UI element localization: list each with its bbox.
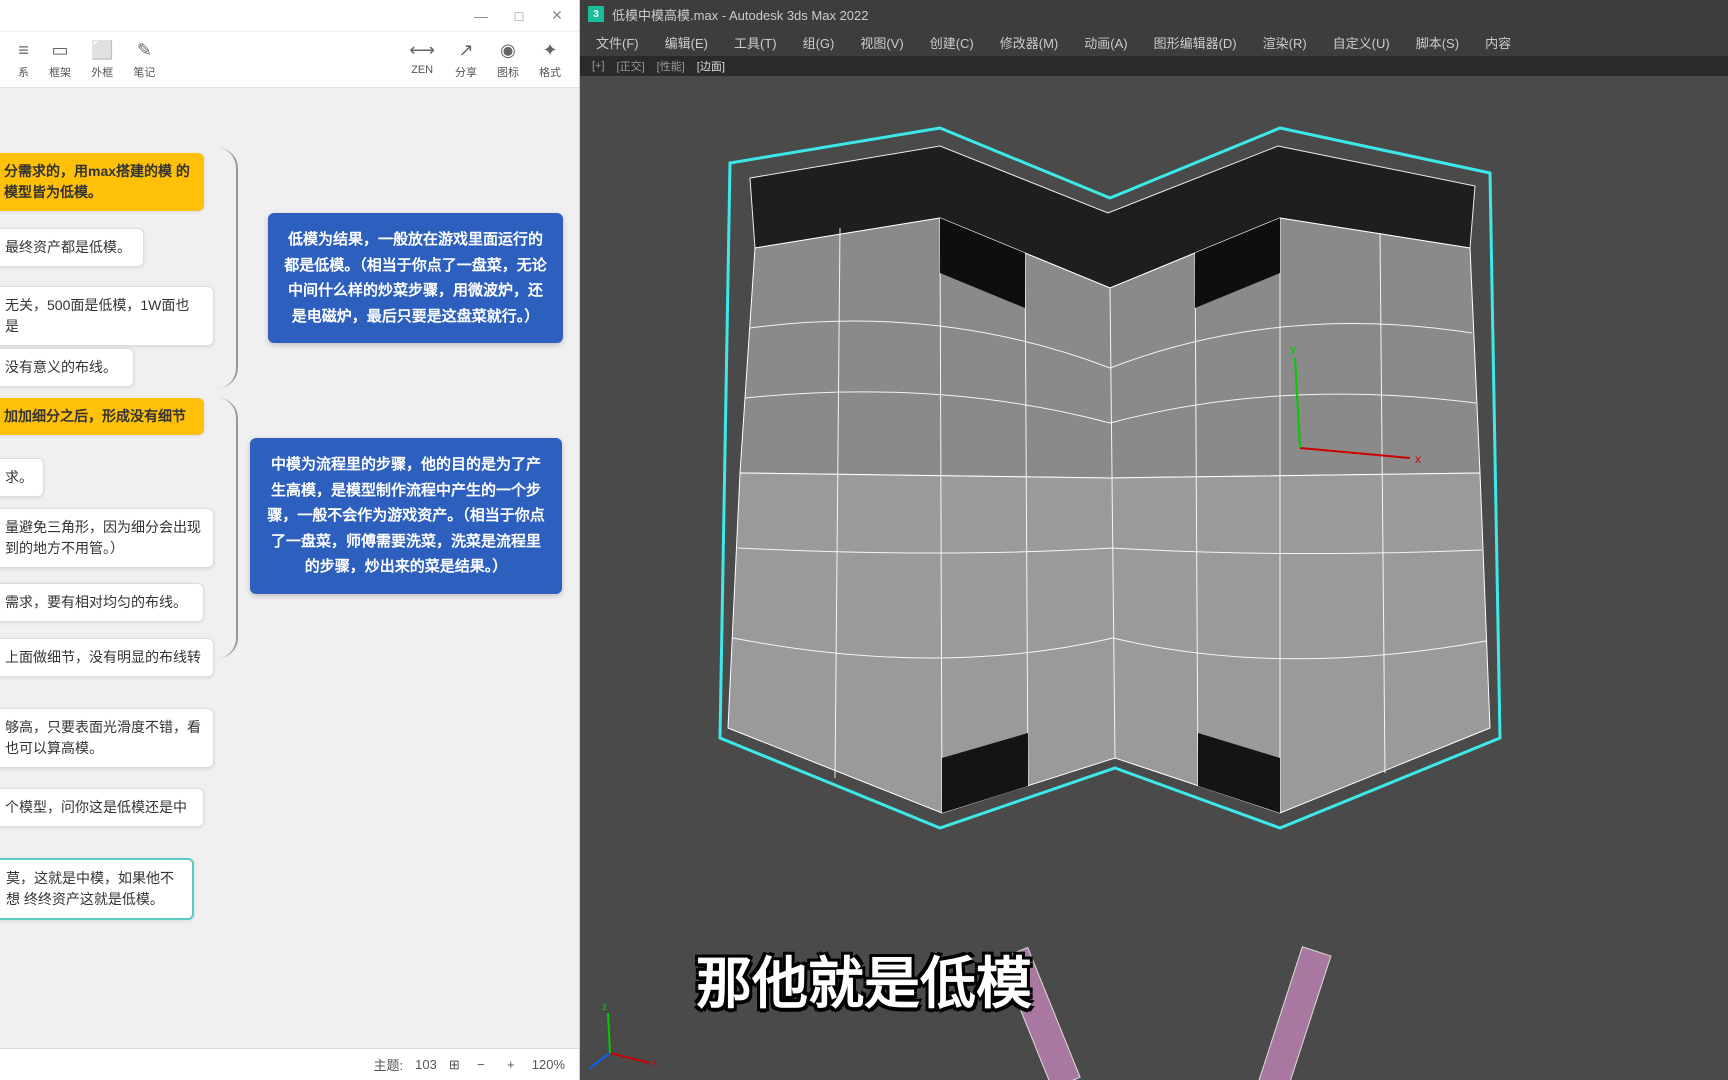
menu-item[interactable]: 动画(A): [1072, 30, 1139, 55]
viewport-svg: x y x z: [580, 76, 1728, 1080]
mindmap-node[interactable]: 没有意义的布线。: [0, 348, 134, 387]
toolbar-label: ZEN: [411, 64, 433, 76]
menu-item[interactable]: 脚本(S): [1404, 30, 1471, 55]
mindmap-node[interactable]: 无关，500面是低模，1W面也是: [0, 286, 214, 346]
toolbar-button[interactable]: ✦ 格式: [529, 40, 571, 80]
toolbar-label: 分享: [455, 64, 477, 80]
menu-item[interactable]: 修改器(M): [988, 30, 1071, 55]
toolbar-button[interactable]: ✎ 笔记: [123, 40, 165, 80]
toolbar-button[interactable]: ⬜ 外框: [81, 40, 123, 80]
viewport-tab[interactable]: [+]: [588, 60, 609, 72]
world-axis-icon: x z: [590, 1002, 657, 1069]
toolbar-icon: ≡: [18, 40, 29, 62]
cylinder: [1000, 947, 1331, 1080]
menu-item[interactable]: 组(G): [791, 30, 847, 55]
toolbar: ≡系▭框架⬜外框✎笔记 ⟷ZEN↗分享◉图标✦格式: [0, 32, 579, 88]
toolbar-label: 图标: [497, 64, 519, 80]
max-menubar: 文件(F)编辑(E)工具(T)组(G)视图(V)创建(C)修改器(M)动画(A)…: [580, 28, 1728, 56]
svg-text:x: x: [1415, 452, 1421, 466]
menu-item[interactable]: 创建(C): [918, 30, 986, 55]
mindmap-node[interactable]: 够高，只要表面光滑度不错，看 也可以算高模。: [0, 708, 214, 768]
close-icon[interactable]: ✕: [547, 7, 567, 24]
mindmap-canvas[interactable]: 分需求的，用max搭建的模 的模型皆为低模。 最终资产都是低模。 无关，500面…: [0, 88, 579, 1048]
menu-item[interactable]: 图形编辑器(D): [1142, 30, 1249, 55]
mindmap-node[interactable]: 分需求的，用max搭建的模 的模型皆为低模。: [0, 153, 204, 211]
svg-text:y: y: [1290, 342, 1296, 356]
viewport-tab[interactable]: [边面]: [693, 58, 729, 74]
toolbar-button[interactable]: ≡系: [8, 40, 39, 80]
mindmap-node[interactable]: 量避免三角形，因为细分会出现 到的地方不用管。）: [0, 508, 214, 568]
max-titlebar: 3 低模中模高模.max - Autodesk 3ds Max 2022: [580, 0, 1728, 28]
toolbar-icon: ✦: [542, 40, 557, 62]
zoom-out-button[interactable]: −: [472, 1057, 490, 1072]
mindmap-node[interactable]: 加加细分之后，形成没有细节: [0, 398, 204, 435]
menu-item[interactable]: 内容: [1473, 30, 1523, 55]
blue-card[interactable]: 中模为流程里的步骤，他的目的是为了产生高模，是模型制作流程中产生的一个步骤，一般…: [250, 438, 562, 594]
window-titlebar: — □ ✕: [0, 0, 579, 32]
mindmap-node[interactable]: 个模型，问你这是低模还是中: [0, 788, 204, 827]
theme-label: 主题:: [374, 1055, 404, 1074]
toolbar-label: 框架: [49, 64, 71, 80]
menu-item[interactable]: 工具(T): [722, 30, 789, 55]
toolbar-label: 外框: [91, 64, 113, 80]
svg-text:x: x: [652, 1058, 657, 1069]
toolbar-label: 格式: [539, 64, 561, 80]
toolbar-button[interactable]: ⟷ ZEN: [399, 40, 445, 80]
menu-item[interactable]: 文件(F): [584, 30, 651, 55]
3dsmax-logo-icon: 3: [588, 6, 604, 22]
3d-viewport[interactable]: x y x z: [580, 76, 1728, 1080]
menu-item[interactable]: 视图(V): [848, 30, 915, 55]
mindmap-node[interactable]: 最终资产都是低模。: [0, 228, 144, 267]
zoom-level[interactable]: 120%: [532, 1057, 565, 1072]
toolbar-icon: ⟷: [409, 40, 435, 62]
map-icon[interactable]: ⊞: [449, 1057, 460, 1073]
toolbar-label: 系: [18, 64, 29, 80]
3dsmax-app: 3 低模中模高模.max - Autodesk 3ds Max 2022 文件(…: [580, 0, 1728, 1080]
mindmap-node[interactable]: 需求，要有相对均匀的布线。: [0, 583, 204, 622]
mindmap-node[interactable]: 求。: [0, 458, 44, 497]
bracket-line: [218, 148, 238, 388]
viewport-tabs: [+] [正交][性能][边面]: [580, 56, 1728, 76]
video-subtitle: 那他就是低模: [696, 939, 1032, 1020]
viewport-tab[interactable]: [性能]: [653, 58, 689, 74]
mindmap-app: — □ ✕ ≡系▭框架⬜外框✎笔记 ⟷ZEN↗分享◉图标✦格式 分需求的，用ma…: [0, 0, 580, 1080]
minimize-icon[interactable]: —: [471, 8, 491, 24]
toolbar-button[interactable]: ◉ 图标: [487, 40, 529, 80]
toolbar-button[interactable]: ↗ 分享: [445, 40, 487, 80]
maximize-icon[interactable]: □: [509, 8, 529, 24]
mindmap-node[interactable]: 上面做细节，没有明显的布线转: [0, 638, 214, 677]
toolbar-icon: ◉: [500, 40, 516, 62]
toolbar-icon: ⬜: [91, 40, 113, 62]
toolbar-icon: ▭: [51, 40, 68, 62]
zoom-in-button[interactable]: +: [502, 1057, 520, 1072]
bracket-line: [218, 398, 238, 658]
status-bar: 主题: 103 ⊞ − + 120%: [0, 1048, 579, 1080]
toolbar-button[interactable]: ▭ 框架: [39, 40, 81, 80]
menu-item[interactable]: 编辑(E): [653, 30, 720, 55]
toolbar-icon: ↗: [458, 40, 473, 62]
max-title-text: 低模中模高模.max - Autodesk 3ds Max 2022: [612, 5, 868, 24]
viewport-tab[interactable]: [正交]: [613, 58, 649, 74]
svg-text:z: z: [602, 1002, 607, 1013]
theme-count: 103: [415, 1057, 437, 1072]
toolbar-label: 笔记: [133, 64, 155, 80]
blue-card[interactable]: 低模为结果，一般放在游戏里面运行的都是低模。（相当于你点了一盘菜，无论中间什么样…: [268, 213, 563, 343]
toolbar-icon: ✎: [137, 40, 152, 62]
menu-item[interactable]: 渲染(R): [1251, 30, 1319, 55]
mindmap-node[interactable]: 莫，这就是中模，如果他不想 终终资产这就是低模。: [0, 858, 194, 920]
menu-item[interactable]: 自定义(U): [1321, 30, 1402, 55]
